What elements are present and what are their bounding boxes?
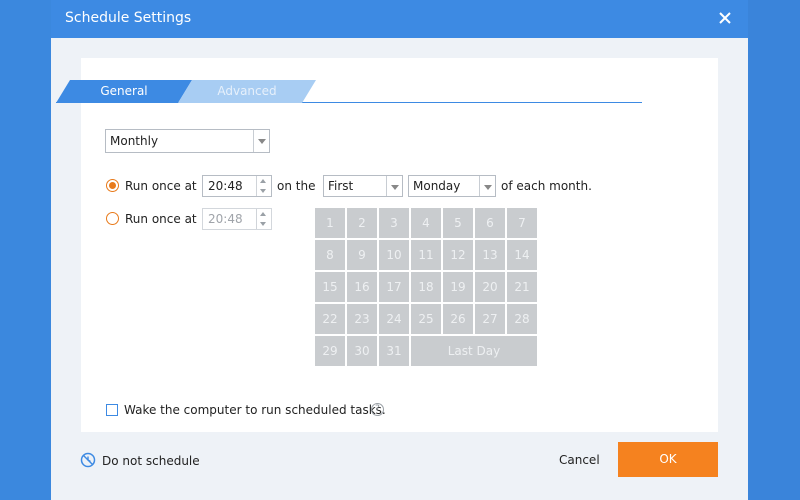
day-cell[interactable]: 6 [475, 208, 505, 238]
background-edge [748, 140, 750, 340]
day-cell[interactable]: 15 [315, 272, 345, 302]
weekday-select[interactable]: Monday [408, 175, 496, 197]
day-cell[interactable]: 24 [379, 304, 409, 334]
run-once-days-radio[interactable] [106, 212, 119, 225]
day-cell[interactable]: 7 [507, 208, 537, 238]
close-button[interactable] [714, 7, 736, 29]
day-cell[interactable]: 26 [443, 304, 473, 334]
day-cell[interactable]: 25 [411, 304, 441, 334]
day-cell[interactable]: 10 [379, 240, 409, 270]
day-cell[interactable]: 3 [379, 208, 409, 238]
help-icon[interactable]: ? [371, 403, 384, 416]
ordinal-value: First [328, 179, 354, 193]
background-right [748, 0, 800, 500]
day-cell[interactable]: 17 [379, 272, 409, 302]
day-cell[interactable]: 16 [347, 272, 377, 302]
day-cell[interactable]: 2 [347, 208, 377, 238]
tab-bar: General Advanced [56, 80, 646, 104]
weekday-value: Monday [413, 179, 461, 193]
time-stepper[interactable]: 20:48 [202, 175, 272, 197]
day-cell[interactable]: 21 [507, 272, 537, 302]
stepper-up-icon [260, 179, 266, 183]
run-once-label: Run once at [125, 179, 197, 193]
time-stepper-disabled[interactable]: 20:48 [202, 208, 272, 230]
day-cell[interactable]: 31 [379, 336, 409, 366]
stepper-down-icon [260, 222, 266, 226]
day-cell[interactable]: 12 [443, 240, 473, 270]
chevron-down-icon [479, 176, 495, 196]
ordinal-select[interactable]: First [323, 175, 403, 197]
day-cell[interactable]: 8 [315, 240, 345, 270]
stepper-buttons[interactable] [256, 209, 271, 229]
day-cell[interactable]: 29 [315, 336, 345, 366]
day-cell[interactable]: 28 [507, 304, 537, 334]
no-schedule-icon [80, 452, 96, 468]
frequency-value: Monthly [110, 134, 159, 148]
day-cell[interactable]: 1 [315, 208, 345, 238]
time-value: 20:48 [208, 179, 243, 193]
dialog-title: Schedule Settings [65, 10, 192, 26]
close-icon [719, 12, 731, 24]
wake-computer-checkbox[interactable] [106, 404, 118, 416]
day-cell[interactable]: 23 [347, 304, 377, 334]
day-cell[interactable]: 30 [347, 336, 377, 366]
tab-general[interactable]: General [56, 80, 192, 103]
run-once-label-2: Run once at [125, 212, 197, 226]
day-cell[interactable]: 5 [443, 208, 473, 238]
frequency-select[interactable]: Monthly [105, 129, 270, 153]
on-the-label: on the [277, 179, 316, 193]
chevron-down-icon [253, 130, 269, 152]
day-cell[interactable]: 13 [475, 240, 505, 270]
day-cell[interactable]: 9 [347, 240, 377, 270]
time-value-disabled: 20:48 [208, 212, 243, 226]
last-day-cell[interactable]: Last Day [411, 336, 537, 366]
day-grid: 1 2 3 4 5 6 7 8 9 10 11 12 13 14 15 16 17 18 19 20 21 22 23 24 2… [315, 208, 537, 366]
cancel-button[interactable]: Cancel [559, 453, 600, 467]
ok-button[interactable]: OK [618, 442, 718, 477]
day-cell[interactable]: 19 [443, 272, 473, 302]
day-cell[interactable]: 14 [507, 240, 537, 270]
day-cell[interactable]: 20 [475, 272, 505, 302]
chevron-down-icon [386, 176, 402, 196]
day-cell[interactable]: 11 [411, 240, 441, 270]
day-cell[interactable]: 22 [315, 304, 345, 334]
day-cell[interactable]: 27 [475, 304, 505, 334]
run-once-monthly-radio[interactable] [106, 179, 119, 192]
tab-advanced[interactable]: Advanced [178, 80, 316, 103]
stepper-down-icon [260, 189, 266, 193]
do-not-schedule-label: Do not schedule [102, 454, 200, 468]
background-left [0, 0, 52, 500]
wake-computer-label: Wake the computer to run scheduled tasks… [124, 403, 386, 417]
each-month-label: of each month. [501, 179, 592, 193]
stepper-up-icon [260, 212, 266, 216]
title-bar: Schedule Settings [51, 0, 748, 38]
day-cell[interactable]: 4 [411, 208, 441, 238]
day-cell[interactable]: 18 [411, 272, 441, 302]
stepper-buttons[interactable] [256, 176, 271, 196]
